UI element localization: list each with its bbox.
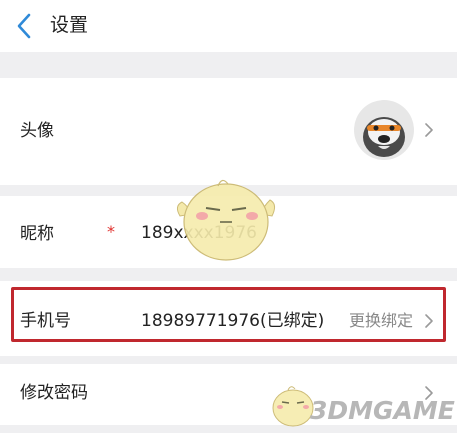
change-password-label: 修改密码 bbox=[20, 383, 88, 403]
nickname-label: 昵称 bbox=[20, 224, 54, 244]
section-divider bbox=[0, 52, 457, 78]
avatar-image[interactable] bbox=[354, 100, 414, 160]
section-divider bbox=[0, 356, 457, 364]
section-divider bbox=[0, 268, 457, 281]
chevron-right-icon bbox=[425, 123, 433, 137]
watermark-text: 3DMGAME bbox=[310, 396, 455, 425]
page-title: 设置 bbox=[50, 14, 89, 36]
section-divider bbox=[0, 425, 457, 433]
avatar-label: 头像 bbox=[20, 121, 54, 141]
back-arrow-icon[interactable] bbox=[12, 11, 38, 41]
required-mark: * bbox=[107, 222, 115, 241]
phone-row-highlight bbox=[11, 287, 446, 342]
mascot-watermark bbox=[176, 179, 276, 261]
top-bar: 设置 bbox=[0, 0, 457, 52]
